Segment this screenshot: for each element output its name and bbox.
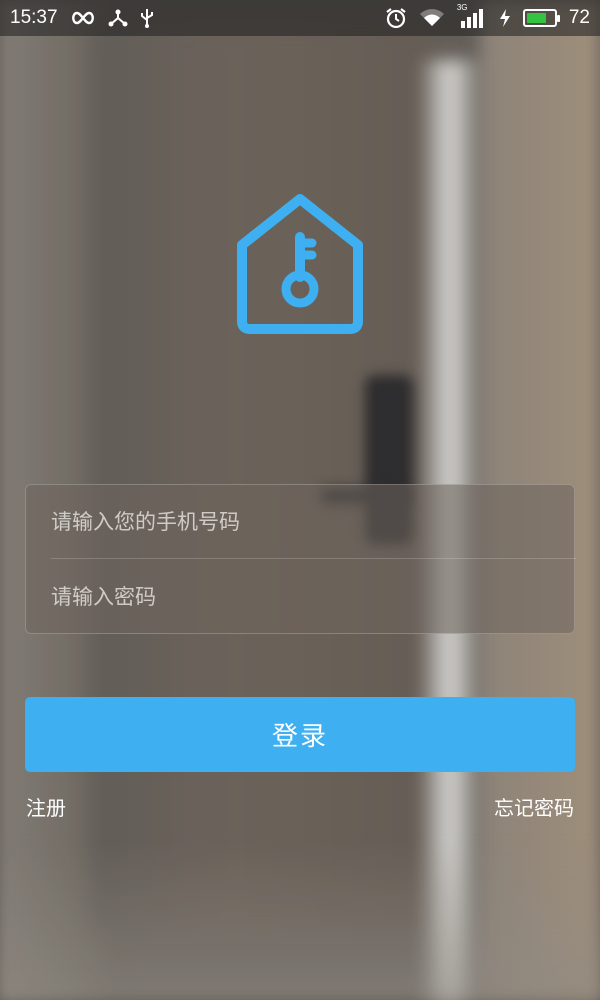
usb-icon [140, 8, 154, 28]
signal-icon: 3G [457, 3, 487, 28]
wifi-icon [419, 8, 445, 28]
phone-number-input[interactable] [51, 485, 576, 558]
password-field-row [51, 560, 576, 634]
infinity-icon [70, 10, 96, 26]
login-form [25, 484, 576, 634]
phone-field-row [51, 485, 576, 559]
forgot-password-link[interactable]: 忘记密码 [494, 792, 574, 821]
status-time: 15:37 [10, 7, 58, 28]
status-bar: 15:37 3G 72 [0, 0, 600, 36]
battery-icon [522, 9, 560, 27]
charging-icon [499, 9, 511, 27]
password-input[interactable] [51, 560, 576, 634]
register-link[interactable]: 注册 [26, 792, 66, 821]
network-type-label: 3G [456, 3, 468, 12]
login-button[interactable]: 登录 [25, 697, 575, 772]
battery-percent: 72 [568, 7, 590, 28]
share-icon [108, 9, 128, 27]
alarm-icon [385, 7, 407, 29]
house-key-icon [228, 183, 372, 335]
